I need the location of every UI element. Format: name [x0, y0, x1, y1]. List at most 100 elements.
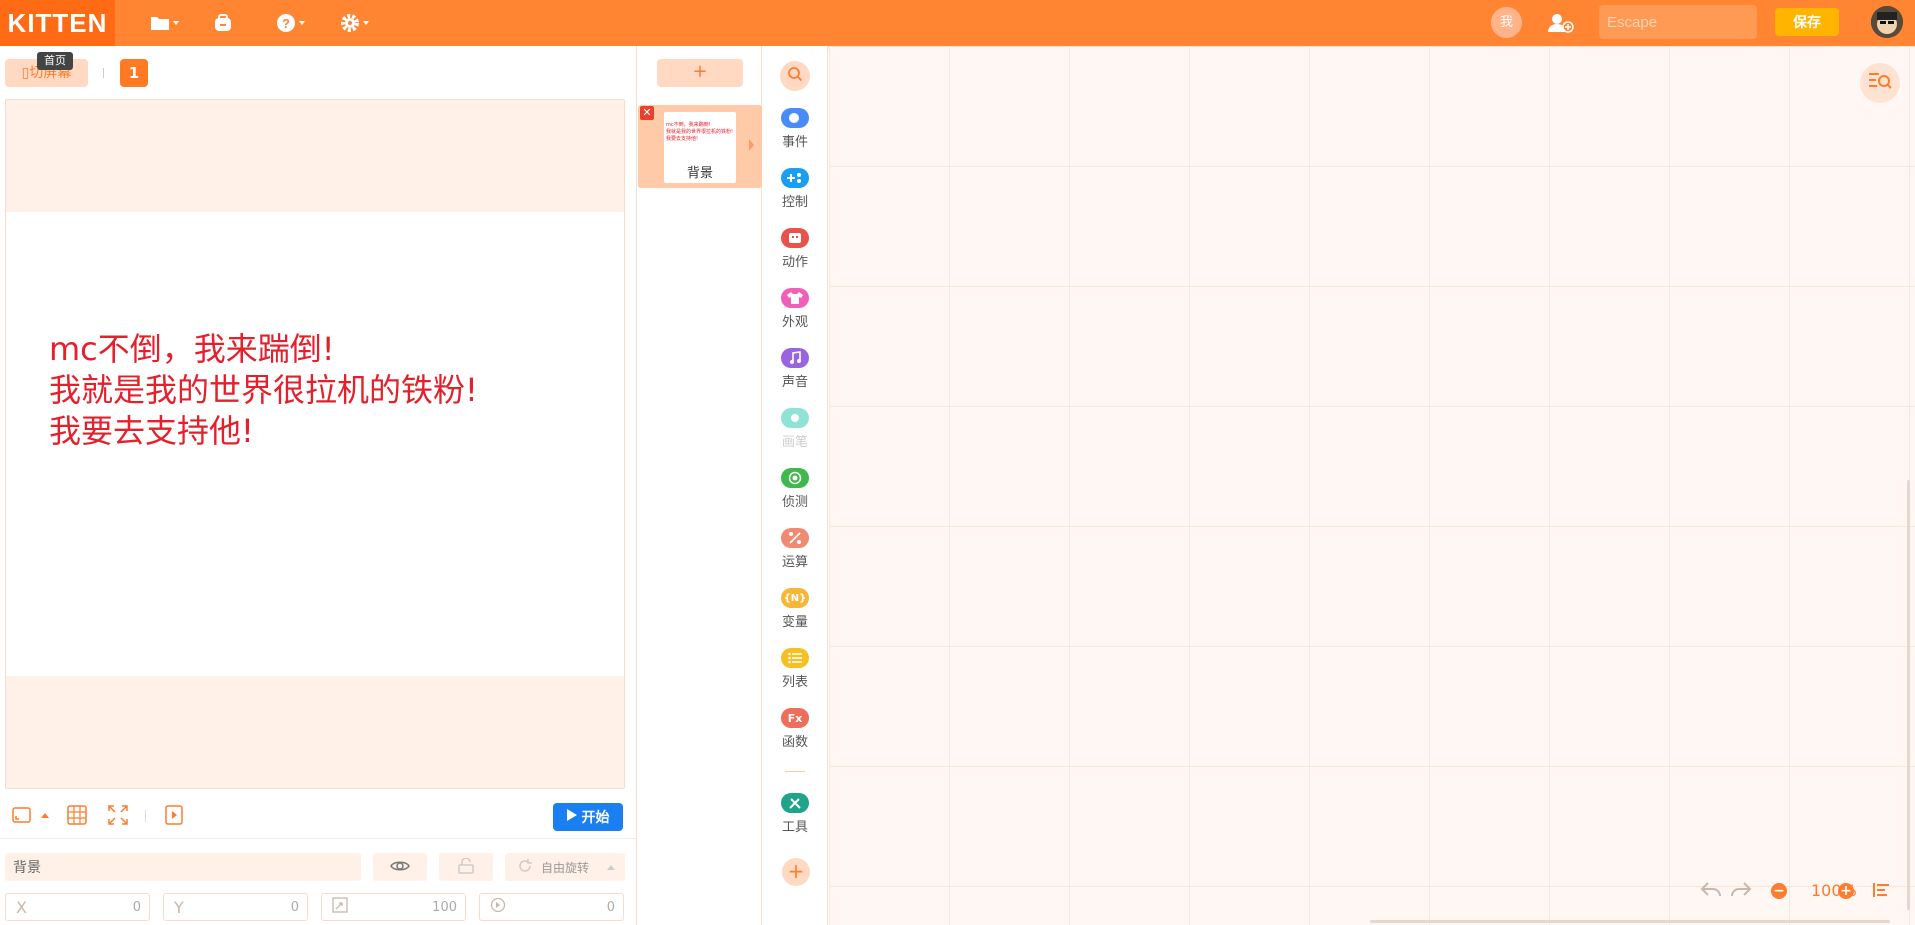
align-blocks-button[interactable] [1873, 882, 1891, 902]
size-value: 100 [432, 899, 457, 915]
size-field[interactable]: 100 [321, 893, 466, 921]
x-label: X [16, 897, 27, 917]
vertical-scrollbar[interactable] [1907, 480, 1910, 910]
x-field[interactable]: X 0 [5, 893, 150, 921]
stage-canvas[interactable]: mc不倒，我来踹倒! 我就是我的世界很拉机的铁粉! 我要去支持他! [6, 212, 624, 676]
percent-icon [781, 528, 809, 548]
variable-icon: {N} [781, 588, 809, 608]
category-motion[interactable]: 动作 [762, 228, 828, 278]
chevron-up-icon[interactable] [41, 813, 49, 818]
zoom-out-button[interactable]: − [1771, 883, 1787, 899]
avatar[interactable] [1871, 6, 1903, 38]
visibility-toggle[interactable] [373, 853, 427, 881]
category-label: 列表 [781, 675, 808, 690]
divider [145, 810, 146, 822]
category-sound[interactable]: 声音 [762, 348, 828, 398]
add-collaborator-button[interactable] [1548, 10, 1574, 36]
list-search-icon [1868, 71, 1892, 95]
music-icon [781, 348, 809, 368]
category-label: 工具 [781, 820, 808, 835]
align-icon [1873, 883, 1891, 902]
start-label: 开始 [581, 810, 610, 826]
category-operators[interactable]: 运算 [762, 528, 828, 578]
project-name-input[interactable] [1599, 5, 1757, 39]
chevron-down-icon [299, 21, 305, 25]
control-icon [781, 168, 809, 188]
direction-value: 0 [606, 899, 615, 915]
scene-label: 背景 [686, 166, 713, 181]
category-sensing[interactable]: 侦测 [762, 468, 828, 518]
stage-text-line: mc不倒，我来踹倒! [49, 330, 335, 368]
kitten-logo[interactable]: KITTEN [0, 0, 115, 46]
chevron-down-icon [363, 21, 369, 25]
save-button[interactable]: 保存 [1775, 8, 1839, 36]
category-label: 侦测 [781, 495, 808, 510]
rotation-mode-label: 自由旋转 [541, 860, 590, 875]
y-label: Y [174, 897, 184, 917]
add-user-icon [1548, 13, 1574, 33]
play-screen-icon [163, 805, 185, 830]
category-event[interactable]: 事件 [762, 108, 828, 158]
category-tools[interactable]: 工具 [762, 793, 828, 843]
sprite-name-input[interactable] [5, 853, 361, 881]
category-label: 控制 [781, 195, 808, 210]
divider [0, 838, 636, 839]
chevron-right-icon [749, 139, 754, 151]
category-label: 声音 [781, 375, 808, 390]
stage-area[interactable]: mc不倒，我来踹倒! 我就是我的世界很拉机的铁粉! 我要去支持他! [5, 99, 625, 789]
zoom-in-button[interactable]: + [1838, 883, 1854, 899]
lock-toggle[interactable] [439, 853, 493, 881]
redo-icon [1730, 882, 1752, 903]
code-workspace[interactable] [829, 46, 1915, 925]
backpack-icon [213, 14, 233, 32]
close-icon[interactable]: ✕ [640, 106, 654, 120]
me-button[interactable]: 我 [1491, 7, 1522, 38]
horizontal-scrollbar[interactable] [1370, 920, 1890, 923]
category-pen[interactable]: 画笔 [762, 408, 828, 458]
eye-icon [390, 859, 410, 876]
block-category-panel: 事件 控制 动作 外观 声音 画笔 侦测 运算 {N} 变量 列表 Fx 函数 [762, 46, 828, 925]
block-search-button[interactable] [780, 61, 810, 91]
undo-button[interactable] [1700, 881, 1722, 903]
rotation-mode-select[interactable]: 自由旋转 [505, 853, 625, 881]
chevron-up-icon [607, 864, 615, 870]
resize-icon [11, 807, 33, 830]
rotate-icon [517, 858, 533, 877]
category-functions[interactable]: Fx 函数 [762, 708, 828, 758]
y-value: 0 [290, 899, 299, 915]
folder-icon [150, 15, 170, 31]
category-label: 变量 [781, 615, 808, 630]
scene-item[interactable]: ✕ mc不倒，我来踹倒! 我就是我的世界很拉机的铁粉! 我要去支持他! 背景 [638, 105, 762, 188]
robot-icon [781, 228, 809, 248]
shirt-icon [781, 288, 809, 308]
category-looks[interactable]: 外观 [762, 288, 828, 338]
scale-icon [332, 897, 348, 917]
start-button[interactable]: 开始 [553, 803, 623, 831]
fullscreen-icon [107, 805, 129, 830]
redo-button[interactable] [1730, 881, 1752, 903]
function-icon: Fx [781, 708, 809, 728]
help-icon: ? [276, 13, 296, 33]
list-icon [781, 648, 809, 668]
add-scene-button[interactable]: + [657, 59, 743, 87]
category-variables[interactable]: {N} 变量 [762, 588, 828, 638]
help-menu-button[interactable]: ? [276, 10, 305, 36]
fullscreen-button[interactable] [107, 804, 129, 826]
y-field[interactable]: Y 0 [163, 893, 308, 921]
add-extension-button[interactable]: + [782, 858, 810, 886]
file-menu-button[interactable] [150, 10, 179, 36]
screen-number-button[interactable]: 1 [120, 59, 148, 87]
preview-button[interactable] [163, 804, 185, 826]
stage-size-button[interactable] [11, 804, 33, 826]
grid-toggle-button[interactable] [66, 804, 88, 826]
category-control[interactable]: 控制 [762, 168, 828, 218]
category-lists[interactable]: 列表 [762, 648, 828, 698]
stage-text: mc不倒，我来踹倒! 我就是我的世界很拉机的铁粉! 我要去支持他! [49, 329, 478, 452]
settings-menu-button[interactable] [340, 10, 369, 36]
svg-text:?: ? [282, 16, 290, 31]
x-value: 0 [132, 899, 141, 915]
workspace-search-button[interactable] [1860, 63, 1900, 103]
category-label: 运算 [781, 555, 808, 570]
backpack-button[interactable] [213, 10, 233, 36]
direction-field[interactable]: 0 [479, 893, 624, 921]
